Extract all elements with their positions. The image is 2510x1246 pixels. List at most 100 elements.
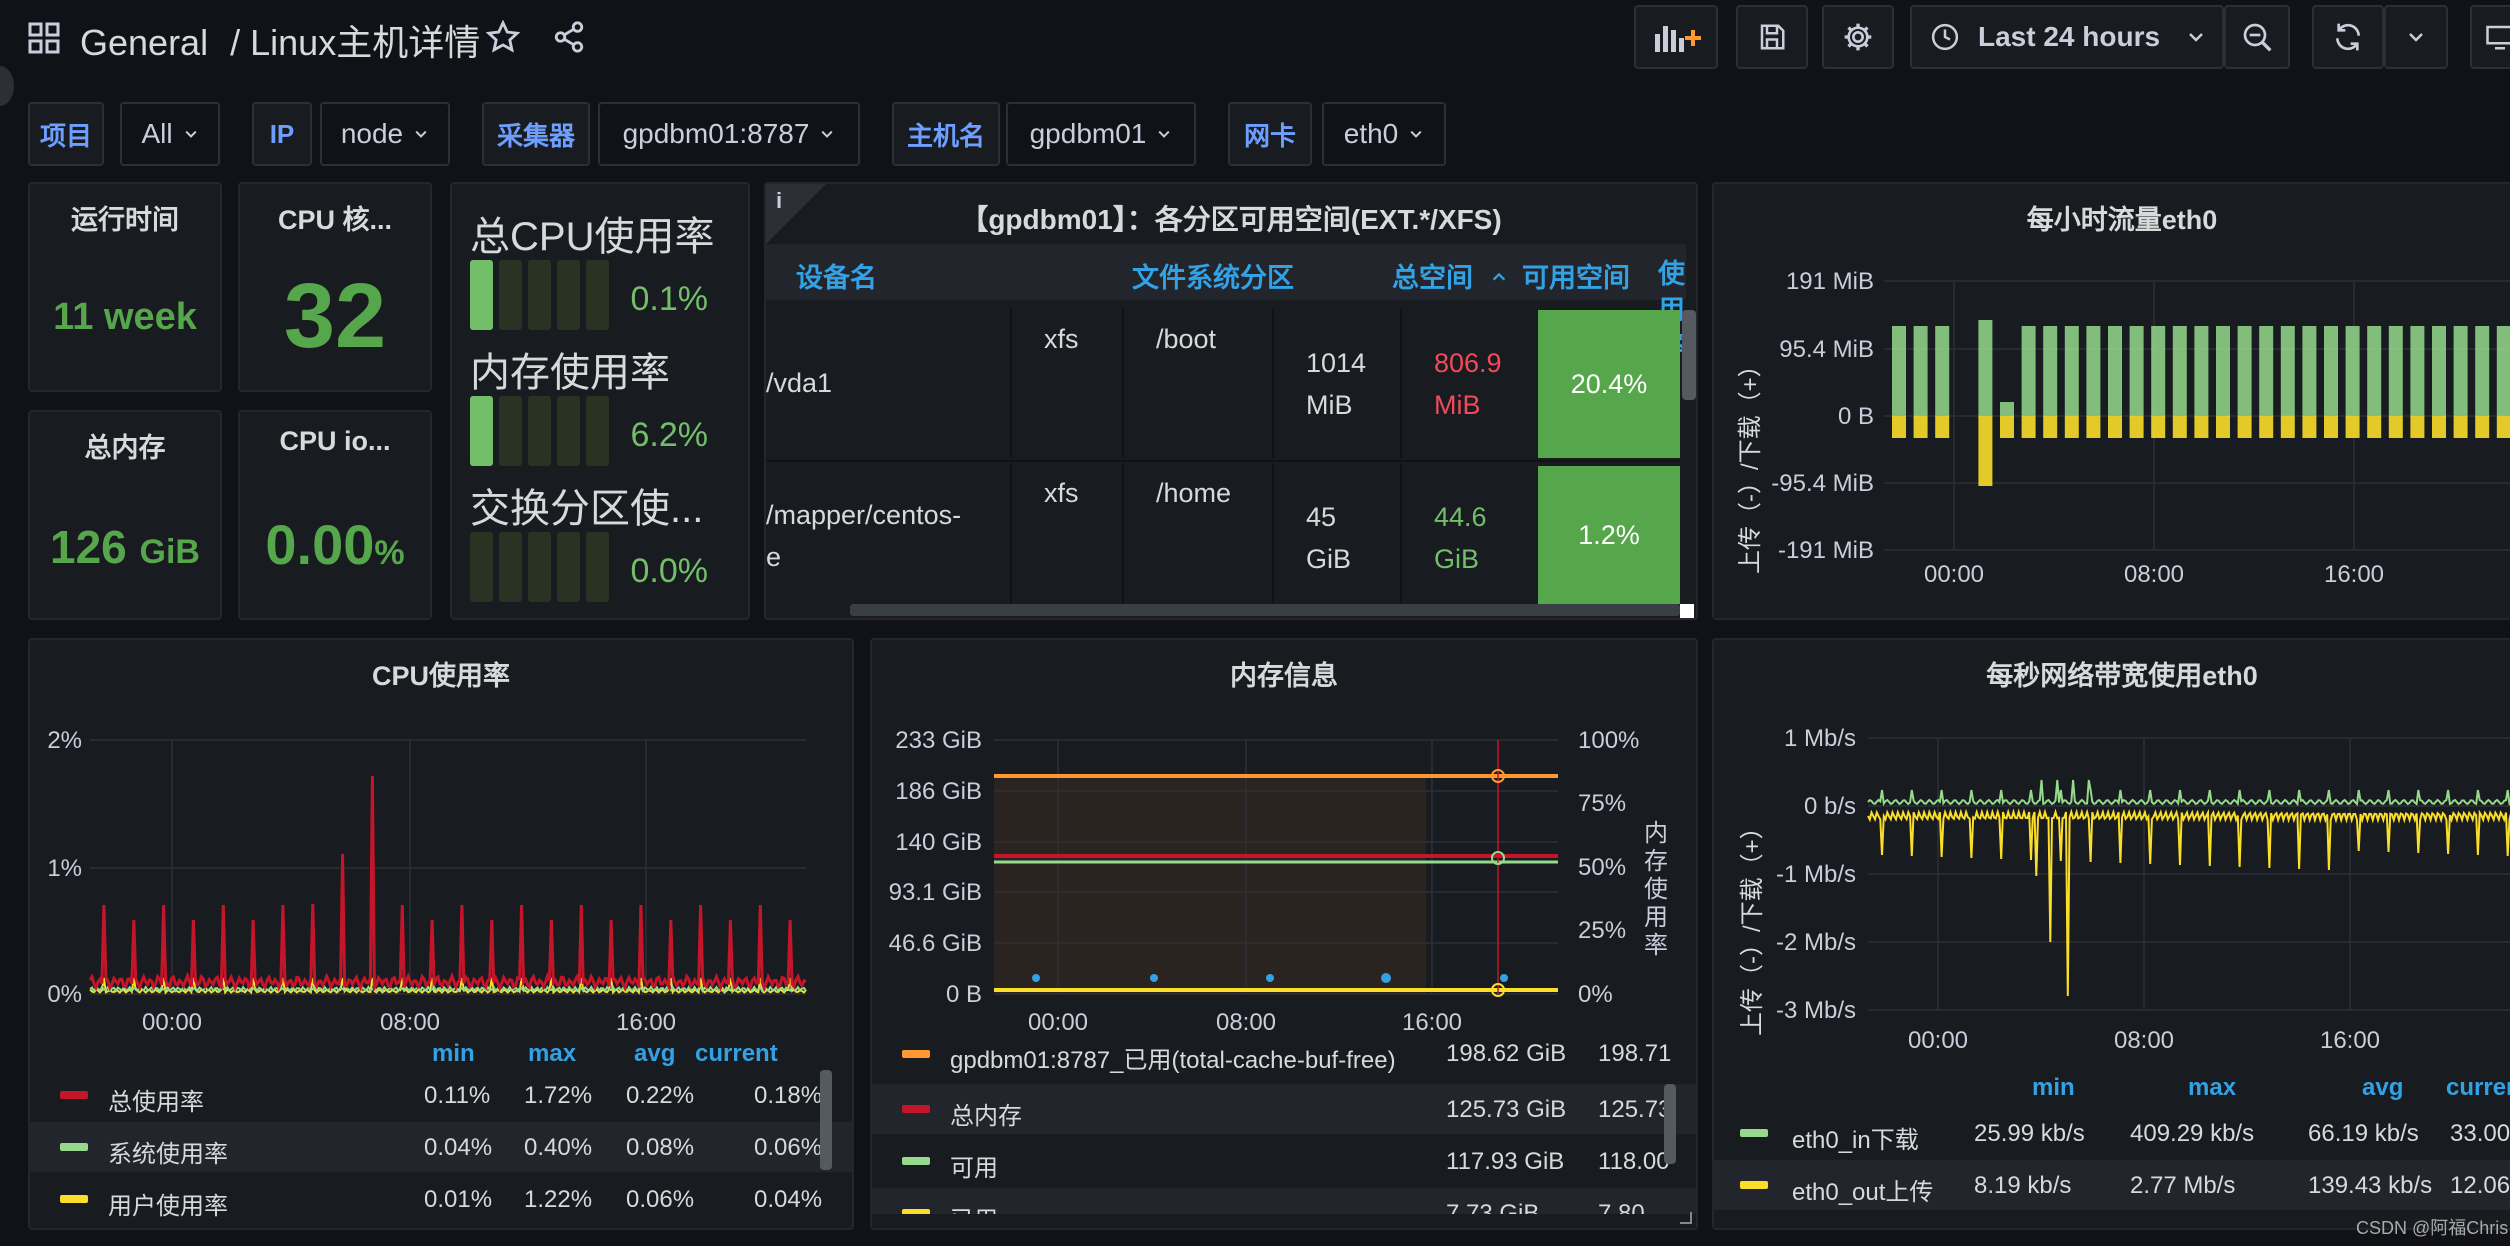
legend-max: 0.40% (524, 1134, 593, 1161)
legend-row-in[interactable]: eth0_in下载 25.99 kb/s 409.29 kb/s 66.19 k… (1714, 1108, 2510, 1158)
chevron-down-icon (185, 130, 197, 138)
variable-value: gpdbm01:8787 (622, 118, 810, 149)
disk-space-table-panel[interactable]: i 【gpdbm01】：各分区可用空间(EXT.*/XFS) 设备名 文件系统分… (764, 182, 1698, 620)
variable-value: eth0 (1343, 118, 1399, 149)
sort-ascending-icon (1492, 272, 1506, 281)
cpu-cores-panel[interactable]: CPU 核... 32 (238, 182, 432, 392)
y-tick-right: 0% (1578, 981, 1613, 1008)
memory-chart: 233 GiB 186 GiB 140 GiB 93.1 GiB 46.6 Gi… (889, 727, 1640, 1036)
upload-bar (2151, 416, 2166, 438)
tv-mode-button[interactable] (2470, 5, 2510, 69)
x-tick: 16:00 (2324, 561, 2384, 588)
share-icon[interactable] (552, 20, 586, 59)
legend-scrollbar[interactable] (820, 1070, 832, 1170)
uptime-panel[interactable]: 运行时间 11 week (28, 182, 222, 392)
cell-device-line2: e (766, 542, 782, 572)
variable-select-project[interactable]: All (120, 102, 220, 166)
cell-divider (1122, 464, 1124, 604)
panel-title: 运行时间 (71, 205, 179, 235)
cell-device: /mapper/centos-e (766, 494, 961, 578)
total-memory-panel[interactable]: 总内存 126 GiB (28, 410, 222, 620)
usage-bargauge-panel[interactable]: 总CPU使用率 0.1% 内存使用率 6.2% 交换分区使... 0.0% (450, 182, 750, 620)
legend-name: 可用 (950, 1155, 998, 1182)
save-dashboard-button[interactable] (1736, 5, 1808, 69)
download-bar (2410, 326, 2425, 416)
legend-header-current[interactable]: current (2446, 1074, 2510, 1102)
legend-scrollbar[interactable] (1664, 1084, 1676, 1164)
variable-label-ip: IP (252, 102, 312, 166)
time-range-picker[interactable]: Last 24 hours (1910, 5, 2224, 69)
cpu-iowait-panel[interactable]: CPU io... 0.00% (238, 410, 432, 620)
y-tick-left: 0 B (946, 981, 982, 1008)
legend-header-min[interactable]: min (2032, 1074, 2075, 1102)
x-tick: 08:00 (2114, 1027, 2174, 1054)
legend-row-total[interactable]: 总使用率 0.11% 1.72% 0.22% 0.18% (30, 1070, 852, 1120)
page-title[interactable]: Linux主机详情 (250, 22, 480, 63)
network-bandwidth-panel[interactable]: 每秒网络带宽使用eth0 上传（-）/下载（+） 1 Mb/s 0 b/s -1… (1712, 638, 2510, 1230)
cell-usage-value: 20.4% (1570, 368, 1648, 399)
upload-bar (2064, 416, 2079, 438)
column-header-filesystem[interactable]: 文件系统分区 (1132, 256, 1294, 295)
y-tick: -2 Mb/s (1776, 929, 1856, 956)
legend-header-max[interactable]: max (2188, 1074, 2236, 1102)
cell-total: 1014 MiB (1306, 342, 1366, 426)
upload-bar (2172, 416, 2187, 438)
upload-bar (2302, 416, 2317, 438)
gauge-bar-swap (470, 532, 609, 602)
save-icon (1760, 24, 1785, 50)
legend-header-avg[interactable]: avg (634, 1040, 675, 1068)
cpu-usage-panel[interactable]: CPU使用率 2% 1% 0% 00:00 08:00 16:00 min ma… (28, 638, 854, 1230)
resize-handle-icon[interactable] (1680, 1212, 1692, 1224)
gauge-bar-cpu (470, 260, 609, 330)
hourly-traffic-chart: 191 MiB 95.4 MiB 0 B -95.4 MiB -191 MiB … (1771, 268, 2510, 588)
column-header-free[interactable]: 可用空间 (1522, 256, 1630, 295)
refresh-icon (2336, 23, 2360, 51)
column-header-device[interactable]: 设备名 (796, 256, 877, 295)
upload-bar (2194, 416, 2209, 438)
cell-device-line1: /mapper/centos- (766, 500, 962, 530)
memory-info-panel[interactable]: 内存信息 内存使用率 233 GiB 186 GiB 140 GiB 93.1 … (870, 638, 1698, 1230)
legend-row-used[interactable]: gpdbm01:8787_已用(total-cache-buf-free) 19… (872, 1036, 1696, 1076)
variable-select-collector[interactable]: gpdbm01:8787 (598, 102, 860, 166)
breadcrumb-folder[interactable]: General (80, 22, 208, 63)
settings-button[interactable] (1822, 5, 1894, 69)
download-bar (2367, 326, 2382, 416)
legend-max: 2.77 Mb/s (2130, 1172, 2236, 1199)
legend-row-user[interactable]: 用户使用率 0.01% 1.22% 0.06% 0.04% (30, 1174, 852, 1224)
download-bar (2259, 326, 2274, 416)
vertical-scrollbar[interactable] (1682, 310, 1696, 400)
star-icon[interactable] (485, 19, 521, 59)
uptime-value: 11 week (53, 296, 197, 338)
refresh-interval-dropdown[interactable] (2384, 5, 2448, 69)
legend-row-available[interactable]: 可用 117.93 GiB 118.00 (872, 1136, 1696, 1186)
upload-bar (2237, 416, 2252, 438)
dashboard-grid-icon[interactable] (28, 22, 60, 54)
legend-header-avg[interactable]: avg (2362, 1074, 2403, 1102)
upload-bar (2432, 416, 2446, 438)
column-header-total[interactable]: 总空间 (1392, 256, 1473, 295)
legend-row-out[interactable]: eth0_out上传 8.19 kb/s 2.77 Mb/s 139.43 kb… (1714, 1160, 2510, 1210)
cell-divider (1272, 464, 1274, 604)
cell-total-number: 1014 (1306, 348, 1367, 378)
legend-row-used-small[interactable]: 已用 7.73 GiB 7.80 (872, 1188, 1696, 1214)
hourly-traffic-panel[interactable]: 每小时流量eth0 上传（-）/下载（+） 191 MiB 95.4 MiB 0… (1712, 182, 2510, 620)
horizontal-scrollbar[interactable] (850, 604, 1680, 616)
upload-bar (2324, 416, 2338, 438)
legend-header-min[interactable]: min (432, 1040, 475, 1068)
variable-select-nic[interactable]: eth0 (1322, 102, 1446, 166)
legend-value-2: 125.73 (1598, 1096, 1672, 1123)
refresh-button[interactable] (2312, 5, 2384, 69)
zoom-out-button[interactable] (2224, 5, 2290, 69)
legend-header-current[interactable]: current (695, 1040, 778, 1068)
legend-row-system[interactable]: 系统使用率 0.04% 0.40% 0.08% 0.06% (30, 1122, 852, 1172)
legend-name: 用户使用率 (108, 1193, 228, 1220)
variable-select-hostname[interactable]: gpdbm01 (1006, 102, 1196, 166)
upload-bar (2475, 416, 2490, 438)
x-tick: 08:00 (380, 1009, 440, 1036)
variable-select-ip[interactable]: node (320, 102, 450, 166)
panel-title: 【gpdbm01】：各分区可用空间(EXT.*/XFS) (960, 204, 1502, 235)
legend-header-max[interactable]: max (528, 1040, 576, 1068)
x-tick: 08:00 (1216, 1009, 1276, 1036)
legend-row-total[interactable]: 总内存 125.73 GiB 125.73 (872, 1084, 1696, 1134)
add-panel-button[interactable] (1634, 5, 1718, 69)
